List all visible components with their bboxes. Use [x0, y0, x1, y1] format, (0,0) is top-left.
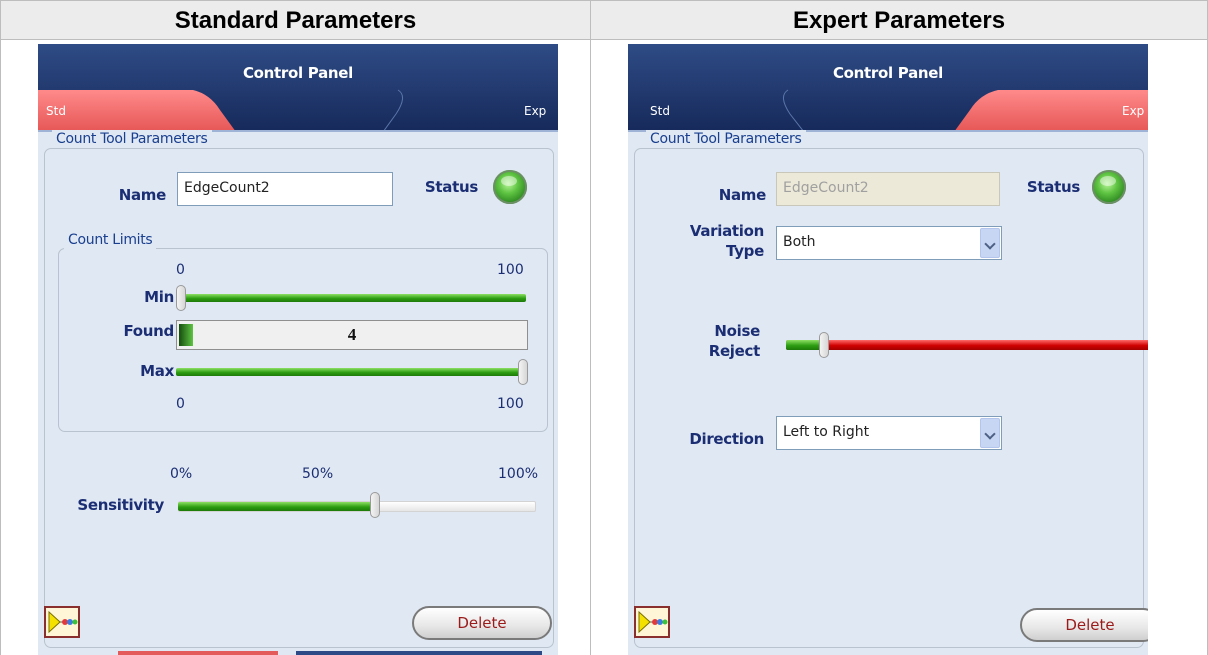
group-legend: Count Tool Parameters: [646, 130, 806, 148]
reject-label: Reject: [708, 342, 761, 360]
range-min-top: 0: [176, 262, 185, 278]
tab-std[interactable]: Std: [46, 104, 66, 118]
tab-exp[interactable]: Exp: [1122, 104, 1144, 118]
name-label: Name: [118, 186, 167, 204]
chevron-down-icon[interactable]: [980, 418, 1000, 448]
range-max-top: 100: [497, 262, 524, 278]
tab-std-active[interactable]: [38, 90, 236, 132]
standard-parameters-heading: Standard Parameters: [0, 0, 591, 40]
panel-title: Control Panel: [832, 64, 944, 82]
delete-button[interactable]: Delete: [1020, 608, 1148, 642]
variation-label: Variation: [689, 222, 764, 240]
tool-flow-icon[interactable]: [44, 606, 80, 638]
found-label: Found: [123, 322, 174, 340]
status-led-icon: [493, 170, 527, 204]
status-led-icon: [1092, 170, 1126, 204]
noise-reject-slider-fill: [786, 340, 823, 350]
status-label: Status: [424, 178, 478, 196]
range-min-bottom: 0: [176, 396, 185, 412]
tab-exp-active[interactable]: [954, 90, 1148, 132]
found-progress: 4: [176, 320, 528, 350]
sensitivity-tick-50: 50%: [302, 466, 334, 482]
direction-label: Direction: [689, 430, 764, 448]
expert-parameters-heading: Expert Parameters: [590, 0, 1208, 40]
delete-button[interactable]: Delete: [412, 606, 552, 640]
variation-type-value: Both: [783, 234, 816, 250]
expert-control-panel: Control Panel Std Exp Count Tool Paramet…: [628, 44, 1148, 655]
min-slider-handle[interactable]: [176, 285, 186, 311]
name-label: Name: [718, 186, 767, 204]
panel-title: Control Panel: [242, 64, 354, 82]
max-slider-track[interactable]: [176, 368, 524, 376]
noise-reject-slider-track[interactable]: [786, 340, 1148, 350]
max-label: Max: [140, 362, 174, 380]
tab-indicator: [118, 651, 278, 655]
tool-flow-icon[interactable]: [634, 606, 670, 638]
noise-reject-slider-handle[interactable]: [819, 332, 829, 358]
divider: [0, 40, 1, 655]
name-input[interactable]: EdgeCount2: [177, 172, 393, 206]
standard-control-panel: Control Panel Std Exp Count Tool Paramet…: [38, 44, 558, 655]
type-label: Type: [726, 242, 764, 260]
noise-label: Noise: [714, 322, 760, 340]
min-slider-track[interactable]: [178, 294, 526, 302]
tab-indicator: [296, 651, 542, 655]
panel-header: [38, 44, 558, 132]
found-value: 4: [347, 325, 357, 344]
tab-exp[interactable]: Exp: [524, 104, 546, 118]
chevron-down-icon[interactable]: [980, 228, 1000, 258]
group-legend: Count Tool Parameters: [52, 130, 212, 148]
min-label: Min: [144, 288, 174, 306]
divider: [590, 40, 591, 655]
direction-select[interactable]: Left to Right: [776, 416, 1002, 450]
status-label: Status: [1026, 178, 1080, 196]
name-input: EdgeCount2: [776, 172, 1000, 206]
sensitivity-slider-fill: [178, 502, 374, 511]
variation-type-select[interactable]: Both: [776, 226, 1002, 260]
sensitivity-slider-handle[interactable]: [370, 492, 380, 518]
sensitivity-tick-0: 0%: [170, 466, 193, 482]
panel-header: [628, 44, 1148, 132]
sensitivity-tick-100: 100%: [498, 466, 539, 482]
count-limits-legend: Count Limits: [64, 231, 157, 249]
tab-std[interactable]: Std: [650, 104, 670, 118]
found-fill: [179, 324, 193, 346]
direction-value: Left to Right: [783, 424, 870, 440]
sensitivity-label: Sensitivity: [77, 496, 164, 514]
max-slider-handle[interactable]: [518, 359, 528, 385]
range-max-bottom: 100: [497, 396, 524, 412]
